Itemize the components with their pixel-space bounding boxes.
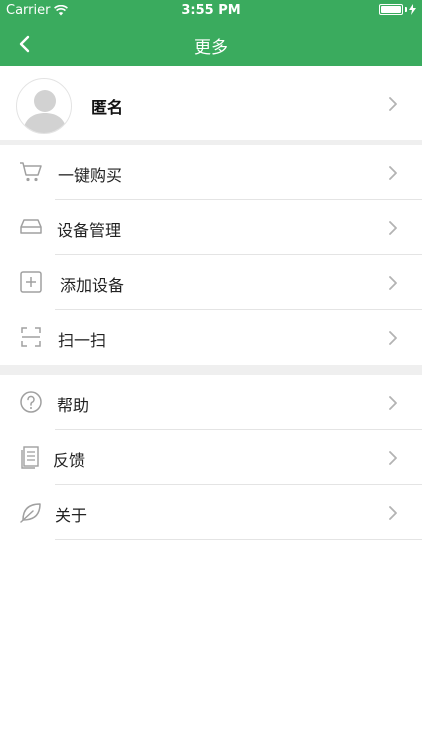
feedback-icon — [18, 444, 44, 470]
add-box-icon — [18, 269, 44, 295]
menu-item-label: 添加设备 — [60, 276, 125, 295]
page-title: 更多 — [194, 38, 228, 58]
navigation-bar: 更多 — [0, 22, 422, 66]
profile-row[interactable]: 匿名 — [0, 68, 422, 140]
device-icon — [18, 214, 44, 240]
chevron-right-icon — [389, 506, 397, 520]
row-divider — [55, 539, 422, 540]
menu-item-label: 一键购买 — [58, 166, 123, 185]
chevron-right-icon — [389, 331, 397, 345]
section-divider — [0, 365, 422, 375]
menu-item-feedback[interactable]: 反馈 — [0, 430, 422, 485]
menu-item-device-management[interactable]: 设备管理 — [0, 200, 422, 255]
charging-bolt-icon — [409, 4, 416, 15]
menu-item-buy[interactable]: 一键购买 — [0, 145, 422, 200]
menu-item-label: 扫一扫 — [58, 331, 107, 350]
clock: 3:55 PM — [181, 3, 241, 18]
chevron-right-icon — [389, 97, 397, 111]
avatar-placeholder-icon — [23, 90, 67, 133]
profile-name: 匿名 — [91, 98, 124, 117]
help-icon — [18, 389, 44, 415]
avatar — [16, 78, 72, 134]
scan-icon — [18, 324, 44, 350]
chevron-right-icon — [389, 166, 397, 180]
leaf-icon — [18, 499, 44, 525]
chevron-right-icon — [389, 221, 397, 235]
chevron-right-icon — [389, 396, 397, 410]
chevron-right-icon — [389, 276, 397, 290]
menu-item-label: 帮助 — [57, 396, 90, 415]
menu-item-label: 设备管理 — [57, 221, 122, 240]
chevron-right-icon — [389, 451, 397, 465]
cart-icon — [18, 159, 44, 185]
battery-icon — [379, 4, 416, 15]
status-bar: Carrier 3:55 PM — [0, 0, 422, 22]
menu-item-help[interactable]: 帮助 — [0, 375, 422, 430]
menu-item-add-device[interactable]: 添加设备 — [0, 255, 422, 310]
menu-item-about[interactable]: 关于 — [0, 485, 422, 540]
menu-item-label: 反馈 — [53, 451, 86, 470]
menu-item-label: 关于 — [55, 506, 88, 525]
menu-item-scan[interactable]: 扫一扫 — [0, 310, 422, 365]
